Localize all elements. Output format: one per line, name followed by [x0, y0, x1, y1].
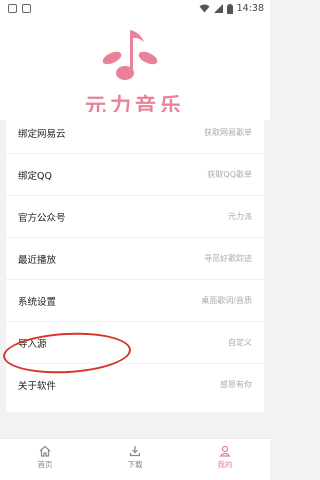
menu-item-hint: 寻觅好歌踪迹 — [204, 254, 252, 263]
menu-item-hint: 获取网易歌单 — [204, 128, 252, 137]
menu-item-label: 绑定网易云 — [18, 129, 66, 140]
tab-label: 我的 — [217, 460, 233, 469]
tab-label: 下载 — [127, 460, 143, 469]
menu-item-official-account[interactable]: 官方公众号 元力派 — [6, 196, 264, 238]
notification-icon — [8, 4, 17, 13]
menu-item-hint: 感恩有你 — [220, 380, 252, 389]
bottom-tab-bar: 首页 下载 我的 — [0, 438, 270, 480]
notification-icon — [22, 4, 31, 13]
home-icon — [39, 445, 51, 457]
menu-item-hint: 元力派 — [228, 212, 252, 221]
user-icon — [219, 445, 231, 457]
signal-icon — [213, 4, 223, 13]
profile-header: 元力音乐 — [0, 18, 270, 120]
menu-item-label: 关于软件 — [18, 381, 57, 392]
status-bar: 14:38 — [0, 0, 270, 18]
system-indicators: 14:38 — [199, 3, 264, 14]
app-logo-icon — [102, 30, 158, 80]
tab-home[interactable]: 首页 — [0, 439, 90, 480]
download-icon — [129, 446, 141, 457]
menu-item-label: 官方公众号 — [18, 213, 66, 224]
clock: 14:38 — [236, 3, 264, 14]
menu-item-hint: 桌面歌词/音质 — [201, 296, 252, 305]
menu-item-hint: 自定义 — [228, 338, 252, 347]
menu-item-label: 系统设置 — [18, 297, 57, 308]
battery-icon — [226, 3, 233, 14]
notification-icons — [8, 4, 31, 13]
menu-item-recent-played[interactable]: 最近播放 寻觅好歌踪迹 — [6, 238, 264, 280]
menu-item-label: 绑定QQ — [18, 171, 52, 182]
menu-item-system-settings[interactable]: 系统设置 桌面歌词/音质 — [6, 280, 264, 322]
menu-item-label: 最近播放 — [18, 255, 57, 266]
menu-item-bind-netease[interactable]: 绑定网易云 获取网易歌单 — [6, 112, 264, 154]
tab-mine[interactable]: 我的 — [180, 439, 270, 480]
wifi-icon — [199, 4, 210, 13]
menu-item-bind-qq[interactable]: 绑定QQ 获取QQ歌单 — [6, 154, 264, 196]
tab-label: 首页 — [37, 460, 53, 469]
menu-item-hint: 获取QQ歌单 — [207, 170, 252, 179]
tab-download[interactable]: 下载 — [90, 439, 180, 480]
